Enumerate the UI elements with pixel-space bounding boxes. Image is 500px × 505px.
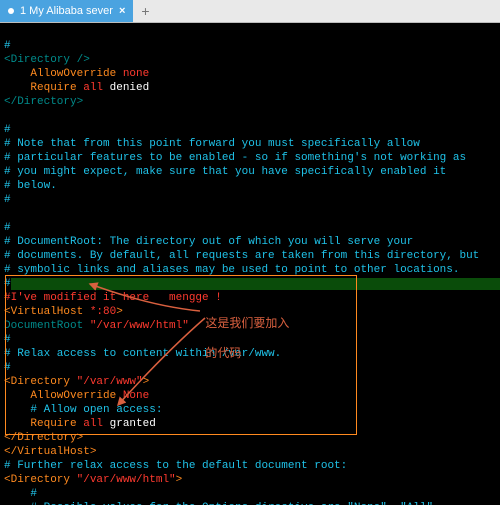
tab-alibaba-server[interactable]: 1 My Alibaba sever × [0,0,133,22]
code-line: </Directory> [4,432,83,444]
code-line: <Directory [4,54,77,66]
add-tab-button[interactable]: + [133,0,157,22]
code-line: <Directory [4,474,77,486]
code-line: AllowOverride [4,68,123,80]
code-line: # Note that from this point forward you … [4,138,420,150]
code-line: <Directory [4,376,77,388]
code-line: /> [77,54,90,66]
code-line: # [4,222,11,234]
code-line: # [4,194,11,206]
terminal-view[interactable]: # <Directory /> AllowOverride none Requi… [0,23,500,505]
code-line: denied [110,82,150,94]
code-line: # you might expect, make sure that you h… [4,166,446,178]
annotation-line: 这是我们要加入 [205,316,289,330]
tab-bar: 1 My Alibaba sever × + [0,0,500,23]
annotation-text: 这是我们要加入 的代码 [192,301,289,376]
code-line: > [143,376,150,388]
code-line: # Allow open access: [4,404,162,416]
code-line: "/var/www/html" [90,320,189,332]
cursor-line [11,278,500,290]
close-icon[interactable]: × [119,4,125,18]
code-line: #I've modified it here mengge ! [4,292,222,304]
code-line: "/var/www/html" [77,474,176,486]
code-line: # [4,488,37,500]
code-line: Require [4,418,83,430]
code-line: # below. [4,180,57,192]
code-line: # [4,334,11,346]
code-line: "/var/www" [77,376,143,388]
code-line: DocumentRoot [4,320,90,332]
code-line: AllowOverride [4,390,123,402]
code-line: # [4,362,11,374]
code-line: # [4,278,11,290]
code-line: # [4,40,11,52]
code-line: # Further relax access to the default do… [4,460,347,472]
code-line: # Relax access to content within /var/ww… [4,348,281,360]
code-line: *:80 [90,306,116,318]
code-line: Require [4,82,83,94]
code-line: granted [110,418,156,430]
code-line: > [176,474,183,486]
code-line: all [83,418,109,430]
code-line: # particular features to be enabled - so… [4,152,466,164]
code-line: # symbolic links and aliases may be used… [4,264,459,276]
code-line: <VirtualHost [4,306,90,318]
code-line: # [4,124,11,136]
tab-label: 1 My Alibaba sever [20,4,113,18]
code-line: > [116,306,123,318]
code-line: None [123,390,149,402]
code-line: all [83,82,109,94]
code-line: none [123,68,149,80]
tab-indicator-icon [8,8,14,14]
code-line: </Directory> [4,96,83,108]
code-line: # DocumentRoot: The directory out of whi… [4,236,413,248]
code-line: </VirtualHost> [4,446,96,458]
code-line: # documents. By default, all requests ar… [4,250,479,262]
